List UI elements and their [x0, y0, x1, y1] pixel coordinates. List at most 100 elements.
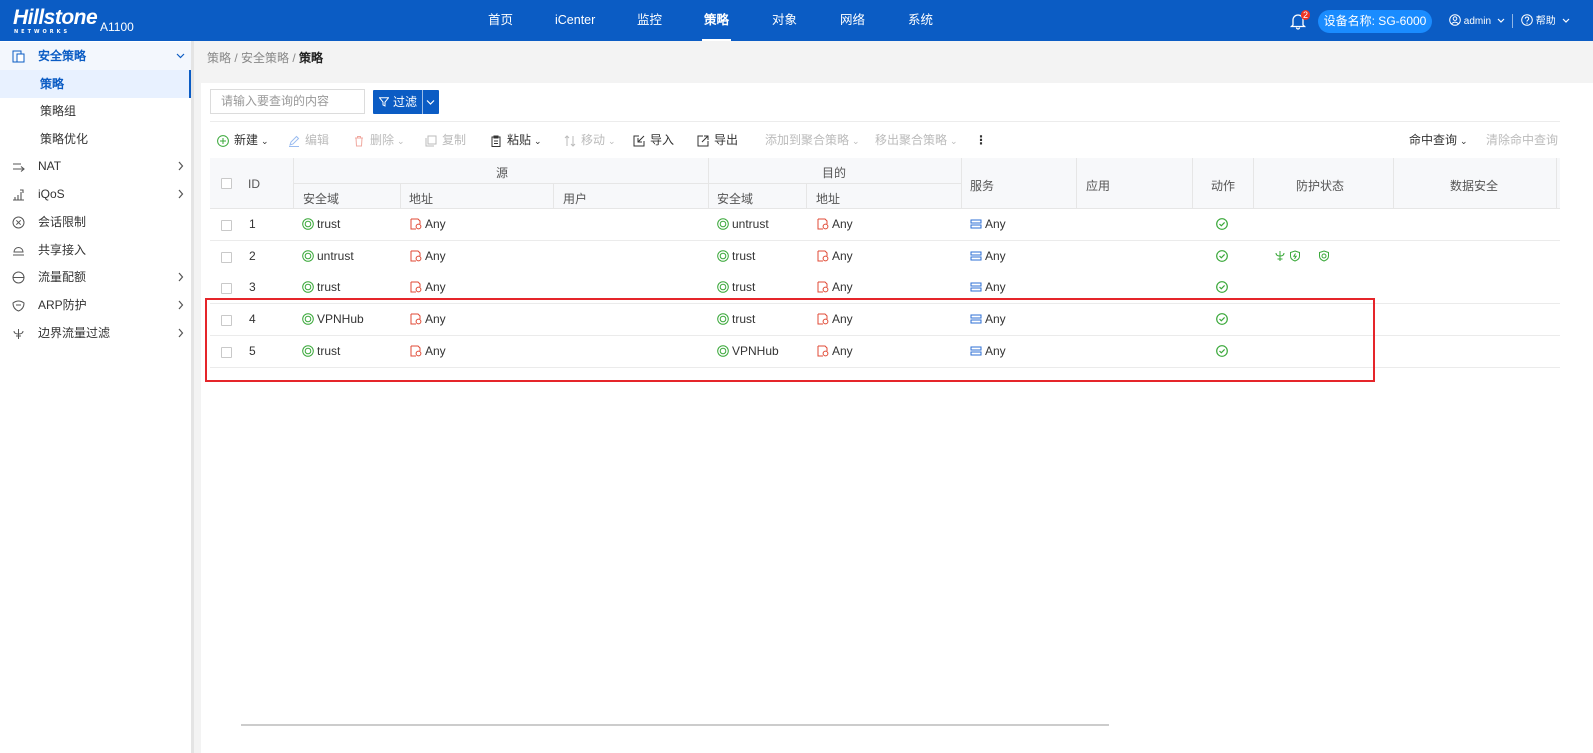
cell-dst-address[interactable]: Any: [817, 209, 853, 240]
select-all-checkbox[interactable]: [221, 178, 232, 189]
cell-dst-zone[interactable]: untrust: [717, 209, 769, 240]
header-src-address[interactable]: 地址: [409, 190, 433, 207]
zone-icon: [717, 250, 729, 262]
separator: [1192, 158, 1193, 209]
export-button[interactable]: 导出: [697, 131, 738, 149]
sidebar-item-iqos[interactable]: iQoS: [0, 180, 191, 208]
permit-icon: [1216, 218, 1228, 230]
remove-from-merge-policy-button[interactable]: 移出聚合策略 ⌄: [875, 131, 958, 149]
notification-badge: 2: [1301, 10, 1311, 20]
separator: [293, 183, 961, 184]
import-button[interactable]: 导入: [633, 131, 674, 149]
separator: [1556, 158, 1557, 209]
chevron-right-icon: [178, 189, 184, 199]
header-protection-status[interactable]: 防护状态: [1296, 177, 1344, 194]
nav-system[interactable]: 系统: [906, 0, 935, 41]
edit-label: 编辑: [305, 133, 330, 147]
header-data-security[interactable]: 数据安全: [1450, 177, 1498, 194]
move-button[interactable]: 移动 ⌄: [564, 131, 616, 149]
table-row[interactable]: 2 untrust Any trust Any Any: [210, 241, 1560, 273]
separator: [961, 158, 962, 209]
row-checkbox[interactable]: [221, 220, 232, 231]
sidebar-label: 策略优化: [40, 132, 89, 146]
device-name-pill: 设备名称: SG-6000: [1318, 10, 1432, 33]
sidebar-label: 策略组: [40, 104, 77, 118]
sidebar-item-security-policy[interactable]: 安全策略: [0, 42, 191, 70]
cell-src-address[interactable]: Any: [410, 209, 446, 240]
cell-src-zone[interactable]: untrust: [302, 241, 354, 272]
plus-circle-icon: [217, 135, 229, 147]
sidebar-item-nat[interactable]: NAT: [0, 152, 191, 180]
copy-button[interactable]: 复制: [425, 131, 466, 149]
permit-icon: [1216, 281, 1228, 293]
row-checkbox[interactable]: [221, 283, 232, 294]
add-to-merge-policy-button[interactable]: 添加到聚合策略 ⌄: [765, 131, 860, 149]
nav-network[interactable]: 网络: [838, 0, 867, 41]
nav-objects[interactable]: 对象: [770, 0, 799, 41]
cell-src-zone[interactable]: trust: [302, 209, 340, 240]
edit-button[interactable]: 编辑: [288, 131, 329, 149]
cell-action: [1216, 209, 1231, 240]
service-name: Any: [985, 217, 1006, 231]
cell-dst-address[interactable]: Any: [817, 241, 853, 272]
more-options-icon[interactable]: ⋮: [975, 131, 987, 149]
sidebar-item-policy[interactable]: 策略: [0, 70, 191, 98]
nav-icenter[interactable]: iCenter: [553, 0, 597, 41]
table-row[interactable]: 1 trust Any untrust Any Any: [210, 209, 1560, 241]
zone-icon: [302, 281, 314, 293]
service-icon: [970, 219, 982, 229]
service-name: Any: [985, 249, 1006, 263]
header-src-user[interactable]: 用户: [563, 190, 587, 207]
new-button[interactable]: 新建 ⌄: [217, 131, 269, 149]
clear-hit-query-button[interactable]: 清除命中查询: [1486, 131, 1558, 149]
sidebar-item-border-traffic-filter[interactable]: 边界流量过滤: [0, 319, 191, 347]
header-service[interactable]: 服务: [970, 177, 994, 194]
header-dst-zone[interactable]: 安全域: [717, 190, 753, 207]
delete-button[interactable]: 删除 ⌄: [353, 131, 405, 149]
service-icon: [970, 282, 982, 292]
chevron-down-icon: [176, 53, 185, 59]
breadcrumb-path[interactable]: 策略 / 安全策略 /: [207, 51, 299, 65]
horizontal-scrollbar[interactable]: [241, 724, 1109, 726]
cell-service[interactable]: Any: [970, 241, 1006, 272]
cell-service[interactable]: Any: [970, 209, 1006, 240]
cell-protection-status[interactable]: [1274, 241, 1333, 272]
zone-icon: [302, 250, 314, 262]
sidebar-item-shared-access[interactable]: 共享接入: [0, 236, 191, 264]
nav-policy[interactable]: 策略: [702, 0, 732, 41]
zone-icon: [717, 218, 729, 230]
address-icon: [410, 250, 422, 262]
sidebar-item-policy-group[interactable]: 策略组: [0, 97, 191, 125]
nav-home[interactable]: 首页: [486, 0, 515, 41]
user-menu[interactable]: admin: [1449, 14, 1505, 29]
nav-monitor[interactable]: 监控: [635, 0, 664, 41]
row-checkbox[interactable]: [221, 252, 232, 263]
hit-query-button[interactable]: 命中查询 ⌄: [1409, 131, 1468, 149]
help-menu[interactable]: 帮助: [1521, 14, 1570, 29]
chevron-down-icon: [1497, 18, 1505, 23]
hillstone-logo[interactable]: Hillstone NETWORKS: [13, 7, 98, 36]
header-src-zone[interactable]: 安全域: [303, 190, 339, 207]
chevron-down-icon[interactable]: [426, 99, 435, 106]
filter-button[interactable]: 过滤: [373, 90, 439, 114]
cell-dst-zone[interactable]: trust: [717, 241, 755, 272]
header-dst-address[interactable]: 地址: [816, 190, 840, 207]
address-name: Any: [425, 249, 446, 263]
sidebar-item-arp-protection[interactable]: ARP防护: [0, 291, 191, 319]
header-action[interactable]: 动作: [1211, 177, 1235, 194]
header-application[interactable]: 应用: [1086, 177, 1110, 194]
session-limit-icon: [12, 216, 25, 229]
cell-src-address[interactable]: Any: [410, 241, 446, 272]
qos-icon: [13, 189, 24, 201]
search-input[interactable]: 请输入要查询的内容: [210, 89, 365, 114]
device-model: A1100: [100, 20, 134, 34]
separator: [1253, 158, 1254, 209]
header-source: 源: [496, 166, 509, 180]
sidebar-item-traffic-quota[interactable]: 流量配额: [0, 263, 191, 291]
address-icon: [410, 281, 422, 293]
header-id[interactable]: ID: [248, 177, 260, 191]
sidebar-item-session-limit[interactable]: 会话限制: [0, 208, 191, 236]
address-name: Any: [425, 280, 446, 294]
paste-button[interactable]: 粘贴 ⌄: [490, 131, 542, 149]
sidebar-item-policy-optimize[interactable]: 策略优化: [0, 125, 191, 153]
